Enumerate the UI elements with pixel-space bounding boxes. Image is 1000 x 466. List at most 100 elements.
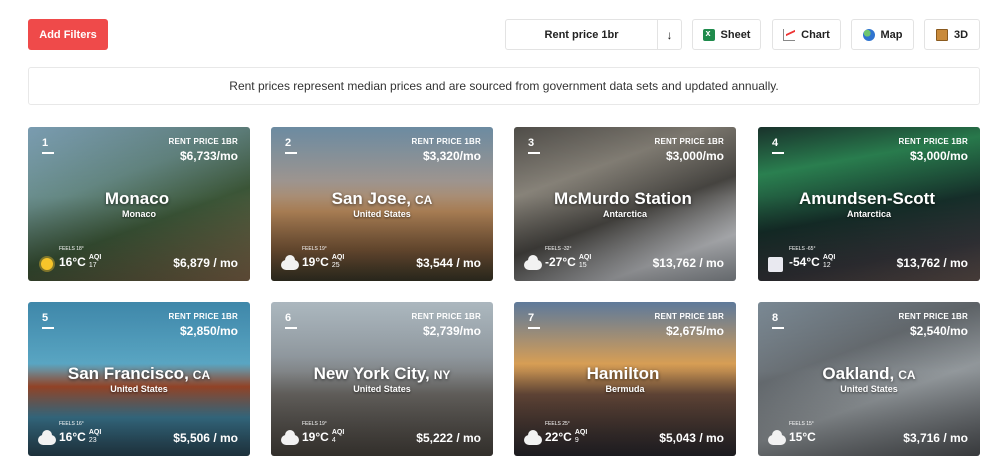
temperature: 19°C (302, 255, 329, 269)
feels-like: FEELS 15° (789, 421, 814, 427)
city-name: Monaco (28, 189, 250, 209)
city-card[interactable]: 6 RENT PRICE 1BR $2,739/mo New York City, NY… (271, 302, 493, 456)
rent-price-label: RENT PRICE 1BR (168, 312, 238, 321)
feels-like: FEELS 25° (545, 421, 570, 427)
city-name-text: Monaco (104, 189, 170, 208)
weather-icon (768, 257, 786, 272)
rent-price-label: RENT PRICE 1BR (898, 137, 968, 146)
city-card[interactable]: 3 RENT PRICE 1BR $3,000/mo McMurdo Station A… (514, 127, 736, 281)
temperature: -27°C (545, 255, 576, 269)
weather-widget: FEELS 19° 19°C AQI 4 (281, 421, 344, 446)
cost-of-living: $3,716 / mo (903, 431, 968, 445)
sheet-view-label: Sheet (720, 28, 751, 41)
rank-badge: 6 (285, 312, 297, 329)
city-name-text: San Jose, (331, 189, 412, 208)
city-card[interactable]: 5 RENT PRICE 1BR $2,850/mo San Francisco, CA… (28, 302, 250, 456)
add-filters-button[interactable]: Add Filters (28, 19, 108, 50)
city-name-text: McMurdo Station (554, 189, 692, 208)
temperature: 16°C (59, 430, 86, 444)
sort-select[interactable]: Rent price 1br ↓ (505, 19, 682, 50)
city-card[interactable]: 2 RENT PRICE 1BR $3,320/mo San Jose, CA Unite… (271, 127, 493, 281)
country-name: United States (353, 384, 411, 394)
cloud-icon (524, 430, 542, 445)
cloud-icon (281, 255, 299, 270)
rent-price-value: $3,320/mo (422, 149, 481, 163)
chart-view-button[interactable]: Chart (772, 19, 841, 50)
rent-price-value: $2,675/mo (665, 324, 724, 338)
weather-widget: FEELS 18° 16°C AQI 17 (38, 246, 101, 271)
spreadsheet-icon (702, 28, 715, 41)
chart-icon (783, 28, 796, 41)
rent-price-label: RENT PRICE 1BR (898, 312, 968, 321)
country-name: Antarctica (602, 209, 647, 219)
rent-price-value: $2,850/mo (179, 324, 238, 338)
temperature: 22°C (545, 430, 572, 444)
feels-like: FEELS 19° (302, 421, 327, 427)
feels-like: FEELS -65° (789, 246, 816, 252)
city-card[interactable]: 8 RENT PRICE 1BR $2,540/mo Oakland, CA United… (758, 302, 980, 456)
rent-price-value: $2,540/mo (909, 324, 968, 338)
weather-icon (38, 430, 56, 446)
temperature-block: FEELS 25° 22°C (545, 421, 572, 446)
feels-like: FEELS 19° (302, 246, 327, 252)
aqi-label: AQI (574, 429, 588, 436)
aqi-label: AQI (88, 254, 102, 261)
aqi-value: 15 (578, 262, 587, 269)
city-card[interactable]: 7 RENT PRICE 1BR $2,675/mo Hamilton Bermuda F… (514, 302, 736, 456)
city-card[interactable]: 4 RENT PRICE 1BR $3,000/mo Amundsen-Scott An… (758, 127, 980, 281)
3d-view-button[interactable]: 3D (924, 19, 980, 50)
country-name: United States (353, 209, 411, 219)
aqi-value: 25 (331, 262, 340, 269)
city-name: New York City, NY (271, 364, 493, 384)
weather-widget: FEELS 15° 15°C (768, 421, 819, 446)
aqi-label: AQI (331, 254, 345, 261)
state-code: NY (433, 368, 451, 382)
temperature-block: FEELS 15° 15°C (789, 421, 816, 446)
weather-widget: FEELS -32° -27°C AQI 15 (524, 246, 591, 271)
temperature-block: FEELS -32° -27°C (545, 246, 576, 271)
cloud-icon (768, 430, 786, 445)
state-code: CA (415, 193, 433, 207)
feels-like: FEELS 18° (59, 246, 84, 252)
country-name: Bermuda (605, 384, 645, 394)
city-name: San Jose, CA (271, 189, 493, 209)
cloud-icon (524, 255, 542, 270)
weather-widget: FEELS -65° -54°C AQI 12 (768, 246, 835, 272)
chart-view-label: Chart (801, 28, 830, 41)
aqi-value: 23 (88, 437, 97, 444)
aqi-label: AQI (88, 429, 102, 436)
city-card[interactable]: 1 RENT PRICE 1BR $6,733/mo Monaco Monaco FEEL… (28, 127, 250, 281)
map-view-button[interactable]: Map (851, 19, 914, 50)
sheet-view-button[interactable]: Sheet (692, 19, 761, 50)
rent-price-value: $6,733/mo (179, 149, 238, 163)
temperature: 15°C (789, 430, 816, 444)
weather-widget: FEELS 19° 19°C AQI 25 (281, 246, 344, 271)
weather-icon (524, 255, 542, 271)
rent-price-value: $3,000/mo (665, 149, 724, 163)
rank-badge: 2 (285, 137, 297, 154)
aqi-block: AQI 4 (332, 429, 344, 445)
city-name: San Francisco, CA (28, 364, 250, 384)
snow-icon (768, 257, 783, 272)
city-name-text: Amundsen-Scott (799, 189, 935, 208)
aqi-block: AQI 15 (579, 254, 591, 270)
rent-price-value: $2,739/mo (422, 324, 481, 338)
country-name: United States (840, 384, 898, 394)
feels-like: FEELS -32° (545, 246, 572, 252)
aqi-block: AQI 17 (89, 254, 101, 270)
rent-price-label: RENT PRICE 1BR (411, 312, 481, 321)
weather-widget: FEELS 25° 22°C AQI 9 (524, 421, 587, 446)
city-name-text: New York City, (313, 364, 430, 383)
aqi-value: 9 (574, 437, 579, 444)
city-name: Oakland, CA (758, 364, 980, 384)
cost-of-living: $13,762 / mo (652, 256, 724, 270)
sort-direction-icon[interactable]: ↓ (657, 20, 681, 49)
cloud-icon (281, 430, 299, 445)
cost-of-living: $5,222 / mo (416, 431, 481, 445)
state-code: CA (192, 368, 211, 382)
sort-select-label: Rent price 1br (544, 28, 619, 41)
weather-widget: FEELS 16° 16°C AQI 23 (38, 421, 101, 446)
country-name: Monaco (121, 209, 156, 219)
city-name: McMurdo Station (514, 189, 736, 209)
city-name: Hamilton (514, 364, 736, 384)
